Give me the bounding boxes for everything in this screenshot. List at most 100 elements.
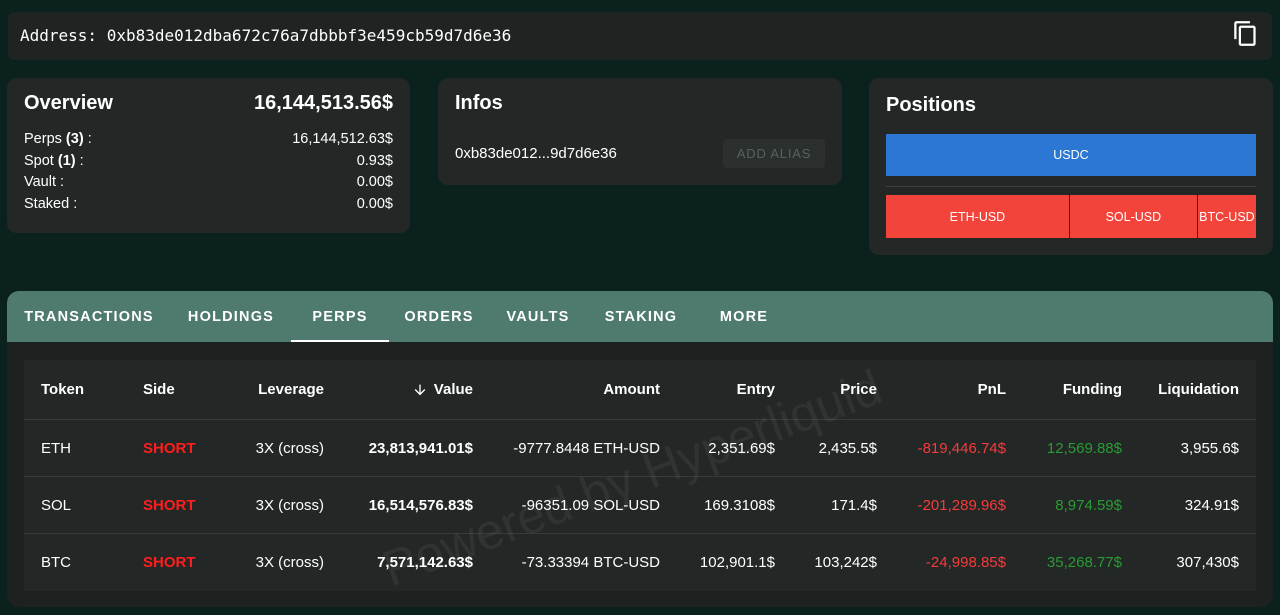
table-header-row: Token Side Leverage Value Amount Entry P… xyxy=(24,360,1256,420)
cell-amount: -96351.09 SOL-USD xyxy=(521,496,660,514)
add-alias-button[interactable]: ADD ALIAS xyxy=(723,139,825,168)
row-separator: : xyxy=(79,152,84,169)
arrow-down-icon xyxy=(412,382,428,398)
overview-card: Overview 16,144,513.56$ Perps (3) : 16,1… xyxy=(7,78,410,233)
overview-header: Overview 16,144,513.56$ xyxy=(24,90,393,116)
column-header-funding[interactable]: Funding xyxy=(1023,360,1139,419)
tab-orders[interactable]: ORDERS xyxy=(389,291,489,342)
overview-breakdown: Perps (3) : 16,144,512.63$ Spot (1) : 0.… xyxy=(24,129,393,216)
cell-price: 2,435.5$ xyxy=(818,439,877,457)
column-header-price[interactable]: Price xyxy=(792,360,894,419)
infos-address-row: 0xb83de012...9d7d6e36 ADD ALIAS xyxy=(455,139,825,168)
copy-icon xyxy=(1232,20,1259,52)
position-bar-usdc[interactable]: USDC xyxy=(886,134,1256,176)
cell-price: 171.4$ xyxy=(831,496,877,514)
overview-row-staked: Staked : 0.00$ xyxy=(24,194,393,216)
column-header-side[interactable]: Side xyxy=(126,360,230,419)
table-row: SOL SHORT 3X (cross) 16,514,576.83$ -963… xyxy=(24,477,1256,534)
overview-label-vault: Vault : xyxy=(24,172,64,194)
perp-positions-bar: ETH-USD SOL-USD BTC-USD xyxy=(886,195,1256,238)
address-bar: Address: 0xb83de012dba672c76a7dbbbf3e459… xyxy=(8,12,1272,60)
tab-vaults[interactable]: VAULTS xyxy=(489,291,587,342)
copy-address-button[interactable] xyxy=(1230,21,1260,51)
cell-pnl: -24,998.85$ xyxy=(925,554,1006,571)
row-label: Vault xyxy=(24,174,56,191)
short-address: 0xb83de012...9d7d6e36 xyxy=(455,145,617,162)
overview-value-staked: 0.00$ xyxy=(356,196,393,213)
row-separator: : xyxy=(87,131,92,147)
cell-token: BTC xyxy=(41,554,71,571)
column-header-value[interactable]: Value xyxy=(341,360,490,419)
column-header-liquidation[interactable]: Liquidation xyxy=(1139,360,1256,419)
cell-value: 23,813,941.01$ xyxy=(368,439,473,457)
position-bar-sol[interactable]: SOL-USD xyxy=(1069,195,1197,238)
cell-entry: 102,901.1$ xyxy=(699,554,775,571)
address-value: 0xb83de012dba672c76a7dbbbf3e459cb59d7d6e… xyxy=(106,26,512,45)
cell-value: 16,514,576.83$ xyxy=(368,496,473,514)
position-bar-eth[interactable]: ETH-USD xyxy=(886,195,1069,238)
cell-entry: 2,351.69$ xyxy=(708,439,775,457)
column-header-pnl[interactable]: PnL xyxy=(894,360,1023,419)
positions-card: Positions USDC ETH-USD SOL-USD BTC-USD xyxy=(869,78,1273,255)
cell-leverage: 3X (cross) xyxy=(255,554,324,571)
tab-staking[interactable]: STAKING xyxy=(587,291,695,342)
column-header-entry[interactable]: Entry xyxy=(677,360,792,419)
cell-entry: 169.3108$ xyxy=(704,496,775,514)
overview-value-perps: 16,144,512.63$ xyxy=(292,131,393,147)
cell-liquidation: 324.91$ xyxy=(1184,496,1239,514)
cell-side: SHORT xyxy=(143,554,196,571)
overview-row-spot: Spot (1) : 0.93$ xyxy=(24,151,393,173)
address-text: Address: 0xb83de012dba672c76a7dbbbf3e459… xyxy=(20,12,511,60)
infos-title: Infos xyxy=(455,92,503,114)
infos-card: Infos 0xb83de012...9d7d6e36 ADD ALIAS xyxy=(438,78,842,185)
cell-price: 103,242$ xyxy=(814,554,877,571)
row-label: Spot xyxy=(24,152,54,169)
column-header-amount[interactable]: Amount xyxy=(490,360,677,419)
overview-value-vault: 0.00$ xyxy=(356,174,393,191)
column-header-token[interactable]: Token xyxy=(24,360,126,419)
cell-pnl: -819,446.74$ xyxy=(917,439,1006,457)
overview-title: Overview xyxy=(24,92,113,114)
cell-side: SHORT xyxy=(143,496,196,514)
perps-table: Token Side Leverage Value Amount Entry P… xyxy=(24,360,1256,591)
positions-title: Positions xyxy=(886,94,977,116)
position-bar-btc[interactable]: BTC-USD xyxy=(1197,195,1256,238)
tab-more[interactable]: MORE xyxy=(695,291,793,342)
cell-pnl: -201,289.96$ xyxy=(917,496,1006,514)
positions-divider xyxy=(886,186,1256,187)
cell-token: SOL xyxy=(41,496,72,514)
cell-value: 7,571,142.63$ xyxy=(377,554,473,571)
cell-funding: 35,268.77$ xyxy=(1046,554,1122,571)
overview-value-spot: 0.93$ xyxy=(356,152,393,169)
row-count: (1) xyxy=(57,152,76,169)
tab-perps[interactable]: PERPS xyxy=(291,291,389,342)
overview-label-spot: Spot (1) : xyxy=(24,151,84,173)
overview-row-vault: Vault : 0.00$ xyxy=(24,172,393,194)
cell-amount: -73.33394 BTC-USD xyxy=(521,554,660,571)
overview-total: 16,144,513.56$ xyxy=(253,91,393,114)
tab-holdings[interactable]: HOLDINGS xyxy=(171,291,291,342)
position-bar-label: USDC xyxy=(1053,148,1089,162)
position-bar-label: ETH-USD xyxy=(949,209,1006,224)
tab-transactions[interactable]: TRANSACTIONS xyxy=(7,291,171,342)
row-separator: : xyxy=(60,174,65,191)
table-row: ETH SHORT 3X (cross) 23,813,941.01$ -977… xyxy=(24,420,1256,477)
overview-row-perps: Perps (3) : 16,144,512.63$ xyxy=(24,129,393,151)
column-header-value-label: Value xyxy=(433,381,473,398)
cell-funding: 12,569.88$ xyxy=(1046,439,1122,457)
row-separator: : xyxy=(73,196,78,213)
row-count: (3) xyxy=(65,131,84,147)
cell-side: SHORT xyxy=(143,439,196,457)
position-bar-label: BTC-USD xyxy=(1199,209,1255,224)
spot-positions-bar: USDC xyxy=(886,134,1256,176)
cell-funding: 8,974.59$ xyxy=(1055,496,1122,514)
table-row: BTC SHORT 3X (cross) 7,571,142.63$ -73.3… xyxy=(24,534,1256,591)
cell-amount: -9777.8448 ETH-USD xyxy=(513,439,660,457)
cell-liquidation: 307,430$ xyxy=(1176,554,1239,571)
overview-label-staked: Staked : xyxy=(24,194,77,216)
column-header-leverage[interactable]: Leverage xyxy=(230,360,341,419)
address-label: Address: xyxy=(20,26,98,45)
cell-liquidation: 3,955.6$ xyxy=(1180,439,1239,457)
cell-leverage: 3X (cross) xyxy=(255,496,324,514)
position-bar-label: SOL-USD xyxy=(1105,209,1162,224)
